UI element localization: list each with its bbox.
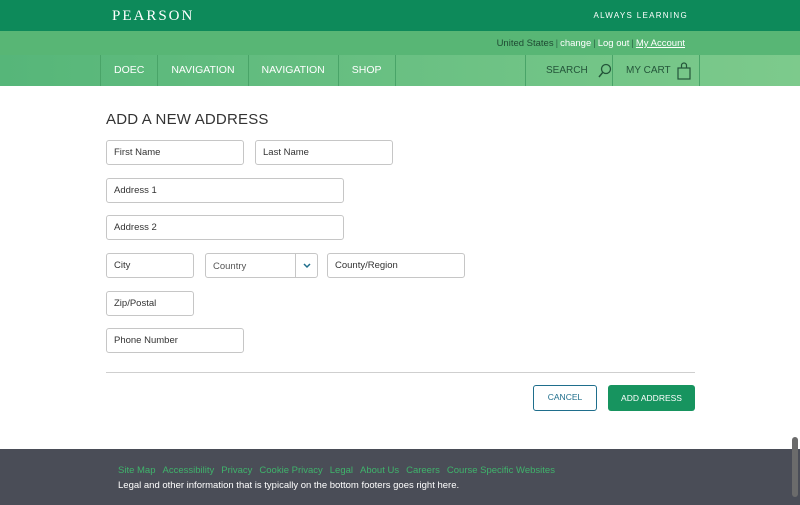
- page-title: ADD A NEW ADDRESS: [106, 111, 269, 128]
- footer-link-about-us[interactable]: About Us: [360, 465, 399, 476]
- footer-links: Site Map Accessibility Privacy Cookie Pr…: [118, 465, 555, 476]
- nav-right: SEARCH MY CART: [525, 55, 700, 86]
- change-region-link[interactable]: change: [560, 38, 591, 49]
- last-name-field[interactable]: [255, 140, 393, 165]
- region-label: United States: [496, 38, 554, 49]
- county-region-field[interactable]: [327, 253, 465, 278]
- nav-item-doec[interactable]: DOEC: [100, 55, 157, 86]
- search-label: SEARCH: [546, 65, 588, 76]
- zip-postal-field[interactable]: [106, 291, 194, 316]
- search-button[interactable]: SEARCH: [525, 55, 612, 86]
- address1-field[interactable]: [106, 178, 344, 203]
- tagline: ALWAYS LEARNING: [593, 11, 688, 20]
- top-header-bar: PEARSON ALWAYS LEARNING: [0, 0, 800, 31]
- cart-label: MY CART: [626, 65, 671, 76]
- nav-item-shop[interactable]: SHOP: [337, 55, 396, 86]
- footer-link-site-map[interactable]: Site Map: [118, 465, 156, 476]
- utility-links: United States | change | Log out | My Ac…: [497, 38, 685, 49]
- footer-link-privacy[interactable]: Privacy: [221, 465, 252, 476]
- nav-item-navigation-1[interactable]: NAVIGATION: [157, 55, 247, 86]
- address2-field[interactable]: [106, 215, 344, 240]
- nav-items: DOEC NAVIGATION NAVIGATION SHOP: [100, 55, 396, 86]
- my-account-link[interactable]: My Account: [636, 38, 685, 49]
- logout-link[interactable]: Log out: [598, 38, 630, 49]
- add-address-button[interactable]: ADD ADDRESS: [608, 385, 695, 411]
- phone-number-field[interactable]: [106, 328, 244, 353]
- footer-link-accessibility[interactable]: Accessibility: [163, 465, 215, 476]
- form-divider: [106, 372, 695, 373]
- first-name-field[interactable]: [106, 140, 244, 165]
- cart-button[interactable]: MY CART: [612, 55, 700, 86]
- footer-link-careers[interactable]: Careers: [406, 465, 440, 476]
- nav-item-navigation-2[interactable]: NAVIGATION: [247, 55, 338, 86]
- footer-link-course-websites[interactable]: Course Specific Websites: [447, 465, 555, 476]
- footer-legal-text: Legal and other information that is typi…: [118, 480, 460, 491]
- city-field[interactable]: [106, 253, 194, 278]
- footer-link-legal[interactable]: Legal: [330, 465, 353, 476]
- pearson-logo[interactable]: PEARSON: [112, 8, 194, 25]
- country-select[interactable]: Country: [205, 253, 318, 278]
- country-select-value: Country: [213, 261, 247, 272]
- main-nav: DOEC NAVIGATION NAVIGATION SHOP SEARCH M…: [0, 55, 800, 86]
- shopping-bag-icon: [677, 61, 691, 80]
- utility-bar: United States | change | Log out | My Ac…: [0, 31, 800, 55]
- cancel-button[interactable]: CANCEL: [533, 385, 597, 411]
- chevron-down-icon: [295, 254, 317, 277]
- search-icon: [598, 63, 611, 77]
- footer-link-cookie-privacy[interactable]: Cookie Privacy: [259, 465, 322, 476]
- scrollbar-thumb[interactable]: [792, 437, 798, 497]
- footer: Site Map Accessibility Privacy Cookie Pr…: [0, 449, 800, 505]
